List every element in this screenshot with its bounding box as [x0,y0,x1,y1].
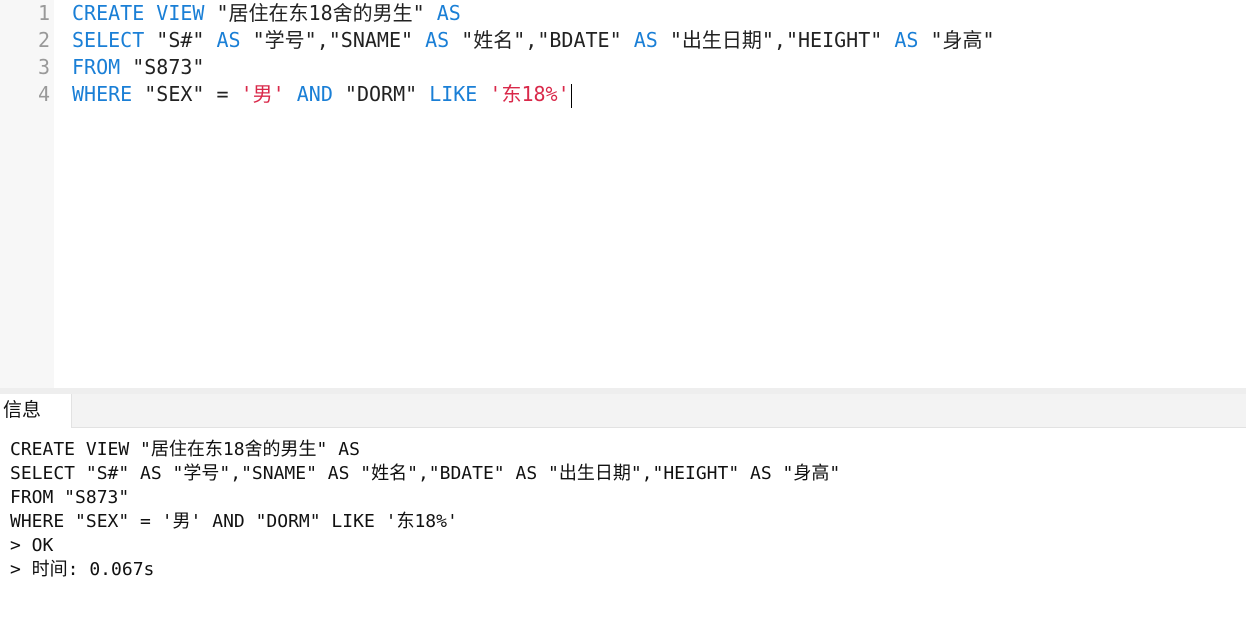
output-status-ok: > OK [10,535,54,556]
identifier: "SEX" = [132,82,241,106]
identifier: "身高" [918,28,995,52]
keyword: AS [425,28,450,52]
output-elapsed-time: > 时间: 0.067s [10,559,155,580]
keyword: AS [894,28,919,52]
editor-line-4[interactable]: 4 WHERE "SEX" = '男' AND "DORM" LIKE '东18… [0,81,1246,108]
identifier: "居住在东18舍的男生" [204,1,437,25]
keyword: AS [436,1,461,25]
editor-line-3[interactable]: 3 FROM "S873" [0,54,1246,81]
output-line: CREATE VIEW "居住在东18舍的男生" AS [10,439,360,460]
identifier: "出生日期","HEIGHT" [657,28,895,52]
code-text[interactable]: FROM "S873" [72,54,204,81]
keyword: FROM [72,55,121,79]
line-number: 3 [37,55,50,79]
identifier: "学号","SNAME" [240,28,426,52]
identifier: "姓名","BDATE" [449,28,634,52]
sql-editor[interactable]: 1 CREATE VIEW "居住在东18舍的男生" AS 2 SELECT "… [0,0,1246,388]
tab-info[interactable]: 信息 [0,394,72,428]
code-text[interactable]: WHERE "SEX" = '男' AND "DORM" LIKE '东18%' [72,81,572,108]
keyword: AND [296,82,333,106]
keyword: WHERE [72,82,133,106]
output-line: WHERE "SEX" = '男' AND "DORM" LIKE '东18%' [10,511,458,532]
identifier: "S873" [120,55,205,79]
keyword: SELECT [72,28,145,52]
keyword: AS [633,28,658,52]
result-tab-bar: 信息 [0,394,1246,428]
string-literal: '男' [240,82,285,106]
identifier: "S#" [144,28,217,52]
line-number: 2 [37,28,50,52]
info-output-panel: CREATE VIEW "居住在东18舍的男生" AS SELECT "S#" … [0,428,1246,626]
keyword: AS [216,28,241,52]
editor-line-2[interactable]: 2 SELECT "S#" AS "学号","SNAME" AS "姓名","B… [0,27,1246,54]
output-line: SELECT "S#" AS "学号","SNAME" AS "姓名","BDA… [10,463,841,484]
editor-line-1[interactable]: 1 CREATE VIEW "居住在东18舍的男生" AS [0,0,1246,27]
string-literal: '东18%' [489,82,570,106]
code-text[interactable]: SELECT "S#" AS "学号","SNAME" AS "姓名","BDA… [72,27,995,54]
code-text[interactable]: CREATE VIEW "居住在东18舍的男生" AS [72,0,461,27]
keyword: LIKE [429,82,478,106]
line-number: 4 [37,82,50,106]
output-line: FROM "S873" [10,487,130,508]
line-number: 1 [37,1,50,25]
keyword: CREATE VIEW [72,1,205,25]
identifier: "DORM" [332,82,430,106]
text-caret [570,83,572,108]
